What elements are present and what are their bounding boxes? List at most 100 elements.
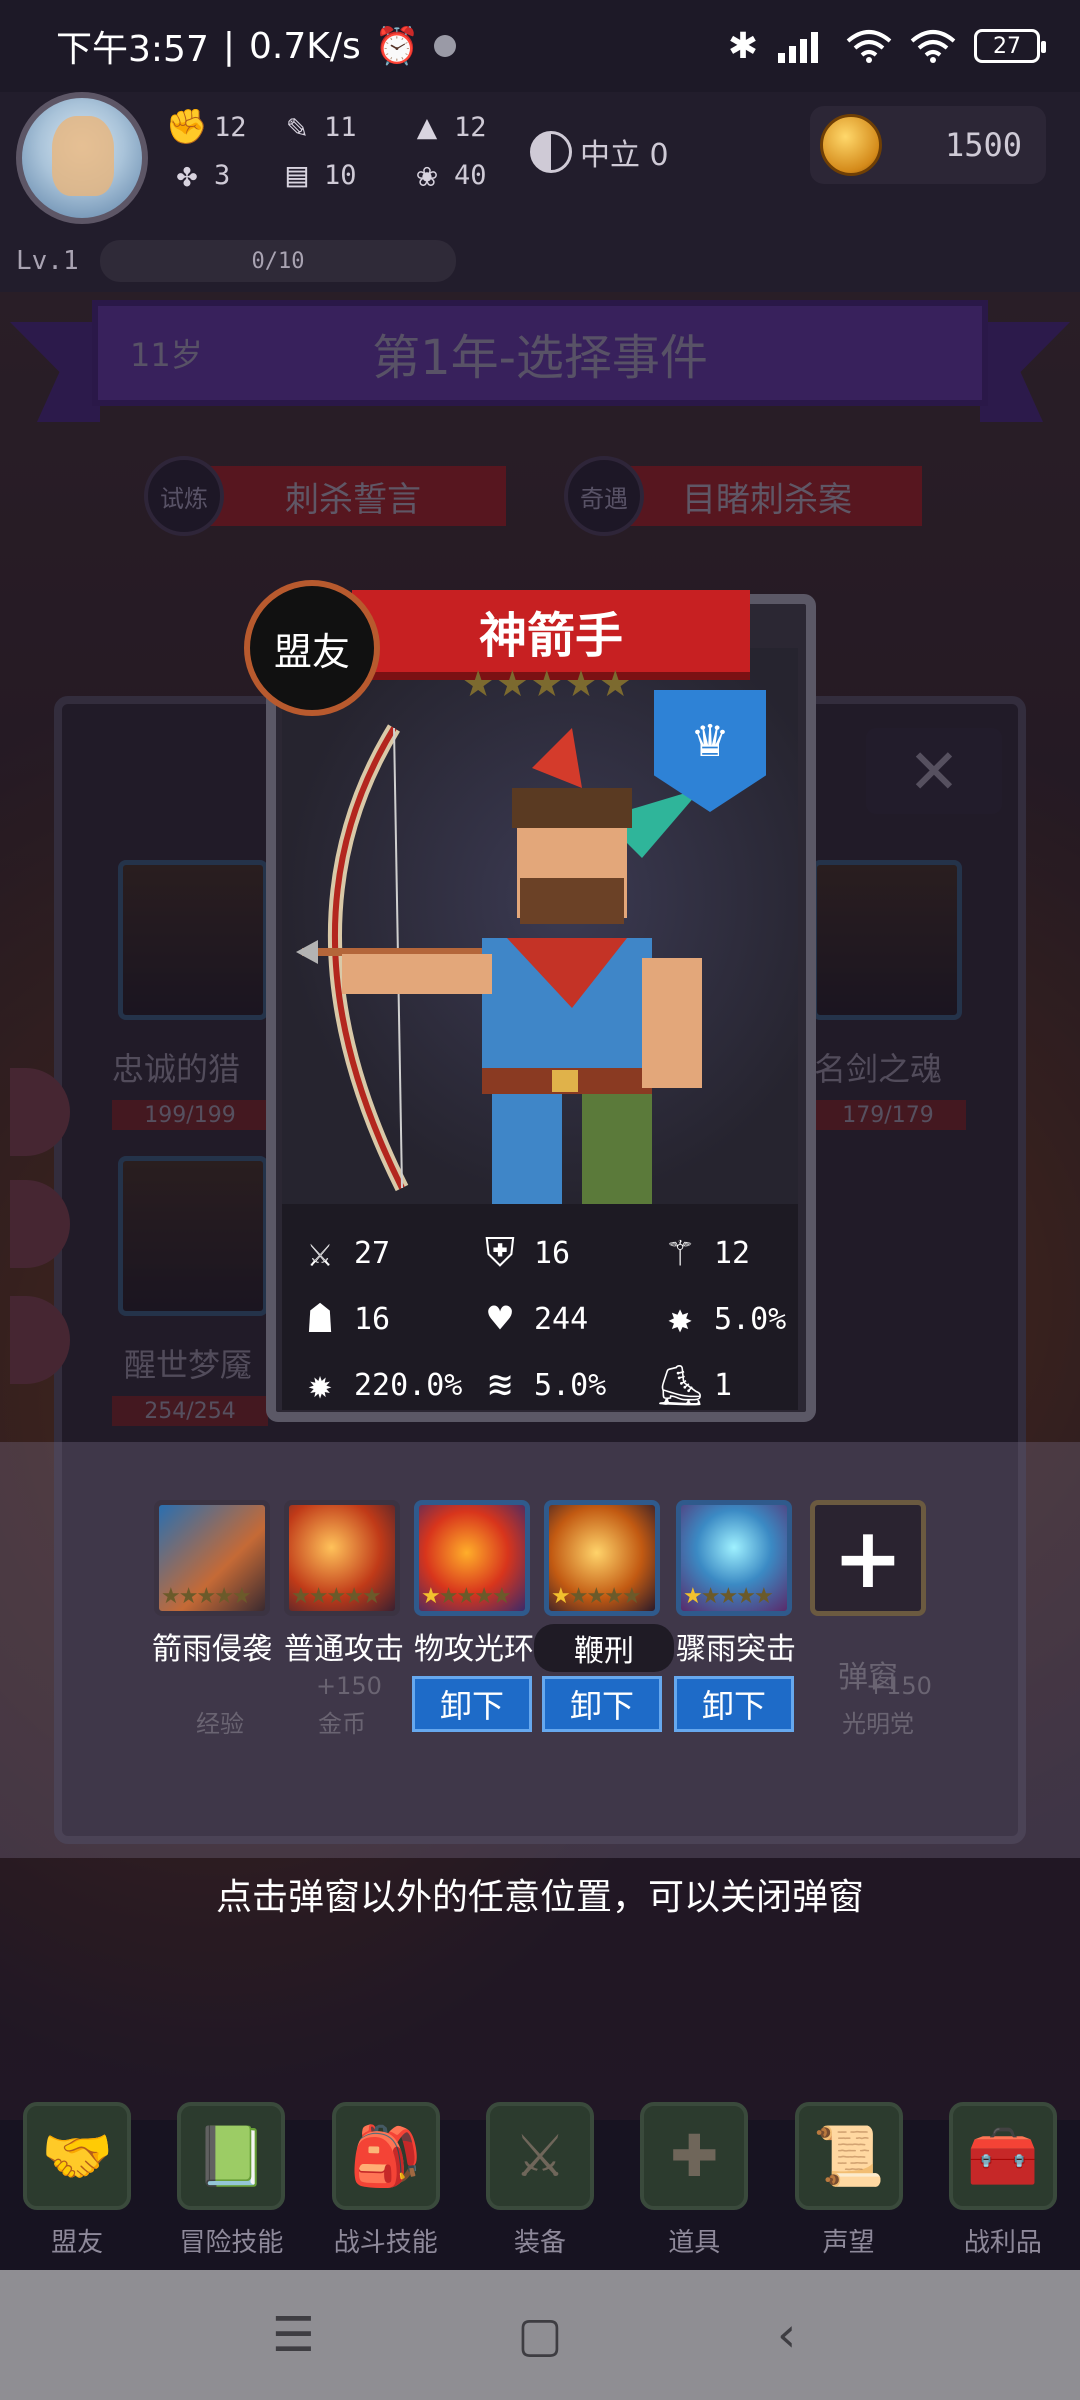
reward-label: 光明党 xyxy=(842,1710,914,1738)
alignment-text: 中立 0 xyxy=(580,138,669,173)
stat-speed: ⛸ 1 xyxy=(654,1352,812,1418)
star-icon: ★ xyxy=(568,1584,589,1609)
skill-slot-rain-assault[interactable]: ★★★★★ xyxy=(676,1500,792,1616)
skill-label: 骤雨突击 xyxy=(676,1632,796,1667)
skill-stars: ★★★★★ xyxy=(421,1584,512,1609)
skill-stars: ★★★★★ xyxy=(291,1584,382,1609)
tornado-icon: ≋ xyxy=(487,1362,513,1408)
attribute-grid: ✊ 12 ✎ 11 ▲ 12 ✤ 3 ▤ 10 ❀ 40 xyxy=(165,107,528,195)
stat-magic-defense: ☗ 16 xyxy=(296,1286,476,1352)
staff-icon: ⚚ xyxy=(667,1230,693,1276)
scroll-icon: ▤ xyxy=(286,155,308,195)
reward-value: +150 xyxy=(316,1672,382,1700)
nav-label: 战斗技能 xyxy=(333,2228,438,2258)
star-icon: ★ xyxy=(161,1584,181,1609)
star-icon: ★ xyxy=(361,1584,382,1609)
unload-skill-button[interactable]: 卸下 xyxy=(674,1676,794,1732)
skill-slot-physical-aura[interactable]: ★★★★★ xyxy=(414,1500,530,1616)
crit-damage-icon: ✹ xyxy=(307,1362,333,1408)
treasure-chest-icon: 🧰 xyxy=(948,2102,1057,2210)
nav-label: 战利品 xyxy=(963,2228,1042,2258)
coin-value: 1500 xyxy=(944,126,1022,164)
attribute-value: 12 xyxy=(454,111,487,143)
stat-value: 244 xyxy=(534,1301,589,1337)
avatar[interactable] xyxy=(16,92,148,224)
add-skill-button[interactable]: + xyxy=(810,1500,926,1616)
nav-item-battle-skills[interactable]: 🎒 战斗技能 xyxy=(316,2102,456,2259)
star-icon: ★ xyxy=(456,1584,476,1609)
back-icon[interactable]: ‹ xyxy=(747,2307,827,2363)
skill-label: 箭雨侵袭 xyxy=(152,1632,272,1667)
star-icon: ★ xyxy=(683,1584,703,1609)
close-hint: 点击弹窗以外的任意位置，可以关闭弹窗 xyxy=(215,1877,864,1918)
star-icon: ★ xyxy=(326,1584,346,1609)
skill-stars: ★★★★★ xyxy=(683,1584,774,1609)
handshake-icon: 🤝 xyxy=(23,2102,132,2210)
net-speed: 0.7K/s xyxy=(248,25,361,67)
nav-item-items[interactable]: ✚ 道具 xyxy=(624,2102,764,2259)
backpack-icon: 🎒 xyxy=(331,2102,440,2210)
xp-bar: 0/10 xyxy=(100,240,456,282)
stat-value: 16 xyxy=(354,1301,391,1337)
skill-slot-whip[interactable]: ★★★★★ xyxy=(544,1500,660,1616)
stat-value: 5.0% xyxy=(534,1367,607,1403)
reward-label: 经验 xyxy=(196,1710,244,1738)
fist-icon: ✊ xyxy=(165,107,209,147)
spellbook-icon: 📗 xyxy=(177,2102,286,2210)
stat-crit-damage: ✹ 220.0% xyxy=(296,1352,476,1418)
level-label: Lv.1 xyxy=(16,246,79,276)
star-icon: ★ xyxy=(586,1584,606,1609)
unload-label: 卸下 xyxy=(439,1687,504,1725)
home-icon[interactable]: ▢ xyxy=(500,2307,580,2363)
unload-skill-button[interactable]: 卸下 xyxy=(412,1676,532,1732)
attribute-value: 11 xyxy=(324,111,357,143)
battery-icon: 27 xyxy=(974,29,1046,63)
attribute-luck: ✤ 3 xyxy=(168,155,278,195)
boot-icon: ⛸ xyxy=(654,1362,706,1409)
stat-value: 220.0% xyxy=(354,1367,463,1403)
star-icon: ★ xyxy=(753,1584,774,1609)
bottom-nav: 🤝 盟友 📗 冒险技能 🎒 战斗技能 ⚔ 装备 ✚ 道具 📜 声望 🧰 战利品 xyxy=(0,2090,1080,2270)
nav-item-allies[interactable]: 🤝 盟友 xyxy=(7,2102,147,2259)
stat-defense: ⛨ 16 xyxy=(476,1220,656,1286)
sword-icon: ⚔ xyxy=(307,1230,333,1276)
unload-skill-button[interactable]: 卸下 xyxy=(542,1676,662,1732)
attribute-strength: ✊ 12 xyxy=(165,107,278,147)
star-icon: ★ xyxy=(530,664,563,705)
book-icon: ✎ xyxy=(286,107,308,147)
nav-item-adventure-skills[interactable]: 📗 冒险技能 xyxy=(161,2102,301,2259)
clover-icon: ✤ xyxy=(176,155,198,195)
lotus-icon: ❀ xyxy=(416,155,438,195)
unload-label: 卸下 xyxy=(701,1687,766,1725)
nav-item-equipment[interactable]: ⚔ 装备 xyxy=(470,2102,610,2259)
star-icon: ★ xyxy=(551,1584,571,1609)
attribute-value: 12 xyxy=(214,111,247,143)
star-icon: ★ xyxy=(604,1584,624,1609)
attribute-magic: ▲ 12 xyxy=(408,107,528,147)
nav-label: 装备 xyxy=(513,2228,566,2258)
hero-stats-panel: ⚔ 27 ⛨ 16 ⚚ 12 ☗ 16 ♥ 244 ✸ 5.0% ✹ 220.0… xyxy=(282,1204,798,1410)
player-header: ✊ 12 ✎ 11 ▲ 12 ✤ 3 ▤ 10 ❀ 40 中立 0 1500 L… xyxy=(0,92,1080,292)
star-icon: ★ xyxy=(214,1584,234,1609)
coin-counter: 1500 xyxy=(810,106,1046,184)
star-icon: ★ xyxy=(700,1584,721,1609)
nav-label: 冒险技能 xyxy=(179,2228,284,2258)
skill-slot-arrow-rain[interactable]: ★★★★★ xyxy=(154,1500,270,1616)
xp-text: 0/10 xyxy=(251,248,305,274)
reward-label: 金币 xyxy=(318,1710,366,1738)
status-right: ✱ 27 xyxy=(728,26,1046,67)
star-icon: ★ xyxy=(421,1584,441,1609)
star-icon: ★ xyxy=(496,664,529,705)
nav-item-reputation[interactable]: 📜 声望 xyxy=(779,2102,919,2259)
stat-dodge: ≋ 5.0% xyxy=(476,1352,656,1418)
menu-icon[interactable]: ☰ xyxy=(253,2307,333,2363)
pouch-icon: ✚ xyxy=(640,2102,749,2210)
stat-magic: ⚚ 12 xyxy=(656,1220,812,1286)
notification-dot-icon xyxy=(433,35,456,57)
wifi-icon xyxy=(846,30,892,63)
attribute-value: 40 xyxy=(454,159,487,191)
nav-item-loot[interactable]: 🧰 战利品 xyxy=(933,2102,1073,2259)
stat-value: 16 xyxy=(534,1235,571,1271)
star-icon: ★ xyxy=(344,1584,364,1609)
skill-slot-normal-attack[interactable]: ★★★★★ xyxy=(284,1500,400,1616)
